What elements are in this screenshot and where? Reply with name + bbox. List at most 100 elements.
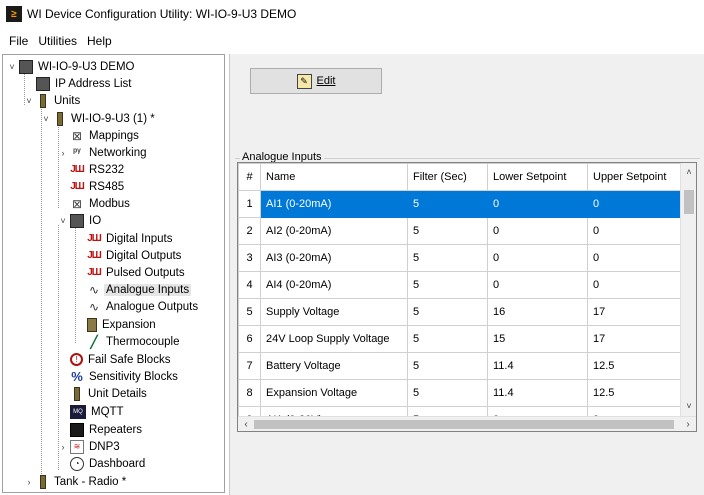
tree-node-fail-safe-blocks[interactable]: ! Fail Safe Blocks <box>70 351 172 368</box>
upper-setpoint-cell[interactable]: 0 <box>587 190 682 218</box>
chevron-right-icon[interactable]: › <box>58 148 68 158</box>
name-cell[interactable]: AI1 (0-20mA) <box>260 190 408 218</box>
name-cell[interactable]: AI4 (0-20mA) <box>260 271 408 299</box>
filter-cell[interactable]: 5 <box>407 244 488 272</box>
tree-node-digital-outputs[interactable]: JШ Digital Outputs <box>87 247 183 264</box>
tree-node-root[interactable]: ˅ WI-IO-9-U3 DEMO <box>7 58 136 75</box>
chevron-right-icon[interactable]: › <box>58 442 68 452</box>
column-header-lower-setpoint[interactable]: Lower Setpoint <box>487 163 588 191</box>
tree-node-unit-details[interactable]: Unit Details <box>70 385 149 402</box>
filter-cell[interactable]: 5 <box>407 217 488 245</box>
menu-file[interactable]: File <box>4 34 33 48</box>
filter-cell[interactable]: 5 <box>407 325 488 353</box>
horizontal-scrollbar[interactable]: ‹ › <box>238 416 696 431</box>
table-row[interactable]: 2 AI2 (0-20mA) 5 0 0 <box>238 217 682 245</box>
lower-setpoint-cell[interactable]: 0 <box>487 244 588 272</box>
chevron-down-icon[interactable]: ˅ <box>24 96 34 106</box>
filter-cell[interactable]: 5 <box>407 352 488 380</box>
tree-node-io[interactable]: ˅ IO <box>58 212 103 229</box>
vertical-scrollbar[interactable]: ˄ ˅ <box>680 163 696 417</box>
column-header-name[interactable]: Name <box>260 163 408 191</box>
menu-utilities[interactable]: Utilities <box>33 34 82 48</box>
analogue-inputs-grid[interactable]: # Name Filter (Sec) Lower Setpoint Upper… <box>237 162 697 432</box>
chevron-down-icon[interactable]: ˅ <box>58 216 68 226</box>
tree-node-ip-address-list[interactable]: IP Address List <box>36 75 134 92</box>
scroll-down-icon[interactable]: ˅ <box>681 401 696 415</box>
scroll-right-icon[interactable]: › <box>680 417 696 431</box>
tree-node-analogue-outputs[interactable]: ∿ Analogue Outputs <box>87 298 200 315</box>
row-number-cell[interactable]: 1 <box>238 190 261 218</box>
filter-cell[interactable]: 5 <box>407 298 488 326</box>
navigation-tree[interactable]: ˅ WI-IO-9-U3 DEMO IP Address List ˅ Unit… <box>2 54 225 493</box>
column-header-filter[interactable]: Filter (Sec) <box>407 163 488 191</box>
filter-cell[interactable]: 5 <box>407 379 488 407</box>
row-number-cell[interactable]: 2 <box>238 217 261 245</box>
tree-node-modbus[interactable]: ⊠ Modbus <box>70 195 132 212</box>
upper-setpoint-cell[interactable]: 12.5 <box>587 379 682 407</box>
column-header-upper-setpoint[interactable]: Upper Setpoint <box>587 163 682 191</box>
table-row[interactable]: 1 AI1 (0-20mA) 5 0 0 <box>238 190 682 218</box>
scroll-up-icon[interactable]: ˄ <box>681 167 696 181</box>
tree-node-units[interactable]: ˅ Units <box>24 92 82 109</box>
lower-setpoint-cell[interactable]: 15 <box>487 325 588 353</box>
row-number-cell[interactable]: 3 <box>238 244 261 272</box>
upper-setpoint-cell[interactable]: 0 <box>587 244 682 272</box>
tree-node-expansion[interactable]: Expansion <box>87 316 158 333</box>
lower-setpoint-cell[interactable]: 0 <box>487 217 588 245</box>
lower-setpoint-cell[interactable]: 11.4 <box>487 352 588 380</box>
upper-setpoint-cell[interactable]: 0 <box>587 271 682 299</box>
tree-node-thermocouple[interactable]: ╱ Thermocouple <box>87 333 182 350</box>
tree-node-digital-inputs[interactable]: JШ Digital Inputs <box>87 230 174 247</box>
lower-setpoint-cell[interactable]: 16 <box>487 298 588 326</box>
lower-setpoint-cell[interactable]: 0 <box>487 190 588 218</box>
row-number-cell[interactable]: 8 <box>238 379 261 407</box>
tree-node-unit-1[interactable]: ˅ WI-IO-9-U3 (1) * <box>41 110 157 127</box>
modbus-icon: ⊠ <box>71 196 83 211</box>
column-header-number[interactable]: # <box>238 163 261 191</box>
horizontal-scroll-thumb[interactable] <box>254 420 674 429</box>
tree-node-dnp3[interactable]: › ≋ DNP3 <box>58 438 122 455</box>
tree-node-mappings[interactable]: ⊠ Mappings <box>70 127 141 144</box>
name-cell[interactable]: Supply Voltage <box>260 298 408 326</box>
table-row[interactable]: 8 Expansion Voltage 5 11.4 12.5 <box>238 379 682 407</box>
vertical-scroll-thumb[interactable] <box>684 190 694 214</box>
row-number-cell[interactable]: 5 <box>238 298 261 326</box>
filter-cell[interactable]: 5 <box>407 190 488 218</box>
table-row[interactable]: 3 AI3 (0-20mA) 5 0 0 <box>238 244 682 272</box>
lower-setpoint-cell[interactable]: 0 <box>487 271 588 299</box>
tree-node-tank-radio[interactable]: › Tank - Radio * <box>24 473 128 490</box>
tree-node-rs485[interactable]: JШ RS485 <box>70 178 126 195</box>
table-row[interactable]: 4 AI4 (0-20mA) 5 0 0 <box>238 271 682 299</box>
lower-setpoint-cell[interactable]: 11.4 <box>487 379 588 407</box>
name-cell[interactable]: AI2 (0-20mA) <box>260 217 408 245</box>
tree-node-pulsed-outputs[interactable]: JШ Pulsed Outputs <box>87 264 187 281</box>
name-cell[interactable]: Expansion Voltage <box>260 379 408 407</box>
tree-node-repeaters[interactable]: Repeaters <box>70 421 144 438</box>
upper-setpoint-cell[interactable]: 17 <box>587 298 682 326</box>
table-row[interactable]: 5 Supply Voltage 5 16 17 <box>238 298 682 326</box>
name-cell[interactable]: Battery Voltage <box>260 352 408 380</box>
tree-node-rs232[interactable]: JШ RS232 <box>70 161 126 178</box>
tree-node-sensitivity-blocks[interactable]: % Sensitivity Blocks <box>70 368 180 385</box>
upper-setpoint-cell[interactable]: 0 <box>587 217 682 245</box>
tree-node-networking[interactable]: › ᵖᵞ Networking <box>58 144 149 161</box>
scroll-left-icon[interactable]: ‹ <box>238 417 254 431</box>
name-cell[interactable]: 24V Loop Supply Voltage <box>260 325 408 353</box>
name-cell[interactable]: AI3 (0-20mA) <box>260 244 408 272</box>
edit-button[interactable]: ✎ Edit <box>250 68 382 94</box>
upper-setpoint-cell[interactable]: 12.5 <box>587 352 682 380</box>
table-row[interactable]: 7 Battery Voltage 5 11.4 12.5 <box>238 352 682 380</box>
chevron-down-icon[interactable]: ˅ <box>7 62 17 72</box>
filter-cell[interactable]: 5 <box>407 271 488 299</box>
row-number-cell[interactable]: 7 <box>238 352 261 380</box>
table-row[interactable]: 6 24V Loop Supply Voltage 5 15 17 <box>238 325 682 353</box>
row-number-cell[interactable]: 6 <box>238 325 261 353</box>
tree-node-analogue-inputs[interactable]: ∿ Analogue Inputs <box>87 281 192 298</box>
upper-setpoint-cell[interactable]: 17 <box>587 325 682 353</box>
chevron-down-icon[interactable]: ˅ <box>41 114 51 124</box>
menu-help[interactable]: Help <box>82 34 117 48</box>
tree-node-mqtt[interactable]: MQ MQTT <box>70 403 126 420</box>
row-number-cell[interactable]: 4 <box>238 271 261 299</box>
tree-node-dashboard[interactable]: ◔ Dashboard <box>70 455 147 472</box>
chevron-right-icon[interactable]: › <box>24 477 34 487</box>
